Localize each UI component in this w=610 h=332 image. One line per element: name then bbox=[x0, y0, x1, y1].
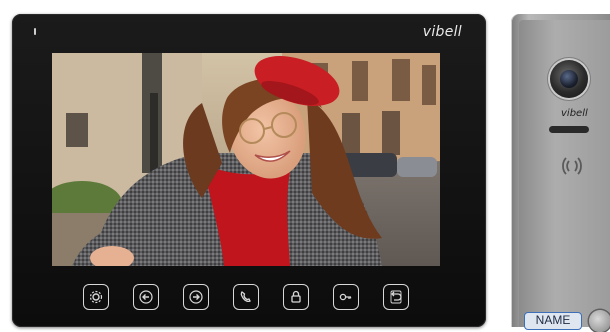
power-indicator bbox=[34, 28, 36, 35]
screen-photo bbox=[52, 53, 440, 266]
gear-icon bbox=[89, 290, 103, 304]
previous-button[interactable] bbox=[133, 284, 159, 310]
call-button[interactable] bbox=[589, 310, 610, 332]
key-button[interactable] bbox=[333, 284, 359, 310]
indoor-monitor: vibell bbox=[12, 14, 486, 327]
camera-lens bbox=[560, 70, 578, 88]
key-icon bbox=[339, 293, 352, 301]
lock-icon bbox=[291, 290, 301, 303]
monitor-brand-logo: vibell bbox=[422, 24, 462, 40]
talk-button[interactable] bbox=[233, 284, 259, 310]
arrow-left-icon bbox=[139, 290, 153, 304]
monitor-screen bbox=[52, 53, 440, 266]
rfid-icon bbox=[562, 157, 582, 175]
settings-button[interactable] bbox=[83, 284, 109, 310]
monitor-button-row bbox=[83, 284, 413, 314]
return-icon bbox=[390, 290, 402, 304]
outdoor-station: vibell NAME bbox=[511, 14, 610, 332]
speaker-slot bbox=[549, 126, 589, 133]
name-plate: NAME bbox=[524, 312, 582, 330]
unlock-button[interactable] bbox=[283, 284, 309, 310]
arrow-right-icon bbox=[189, 290, 203, 304]
camera-icon bbox=[550, 60, 588, 98]
phone-icon bbox=[240, 291, 251, 303]
door-brand-logo: vibell bbox=[561, 108, 588, 119]
outdoor-panel: vibell NAME bbox=[519, 20, 610, 332]
next-button[interactable] bbox=[183, 284, 209, 310]
back-button[interactable] bbox=[383, 284, 409, 310]
